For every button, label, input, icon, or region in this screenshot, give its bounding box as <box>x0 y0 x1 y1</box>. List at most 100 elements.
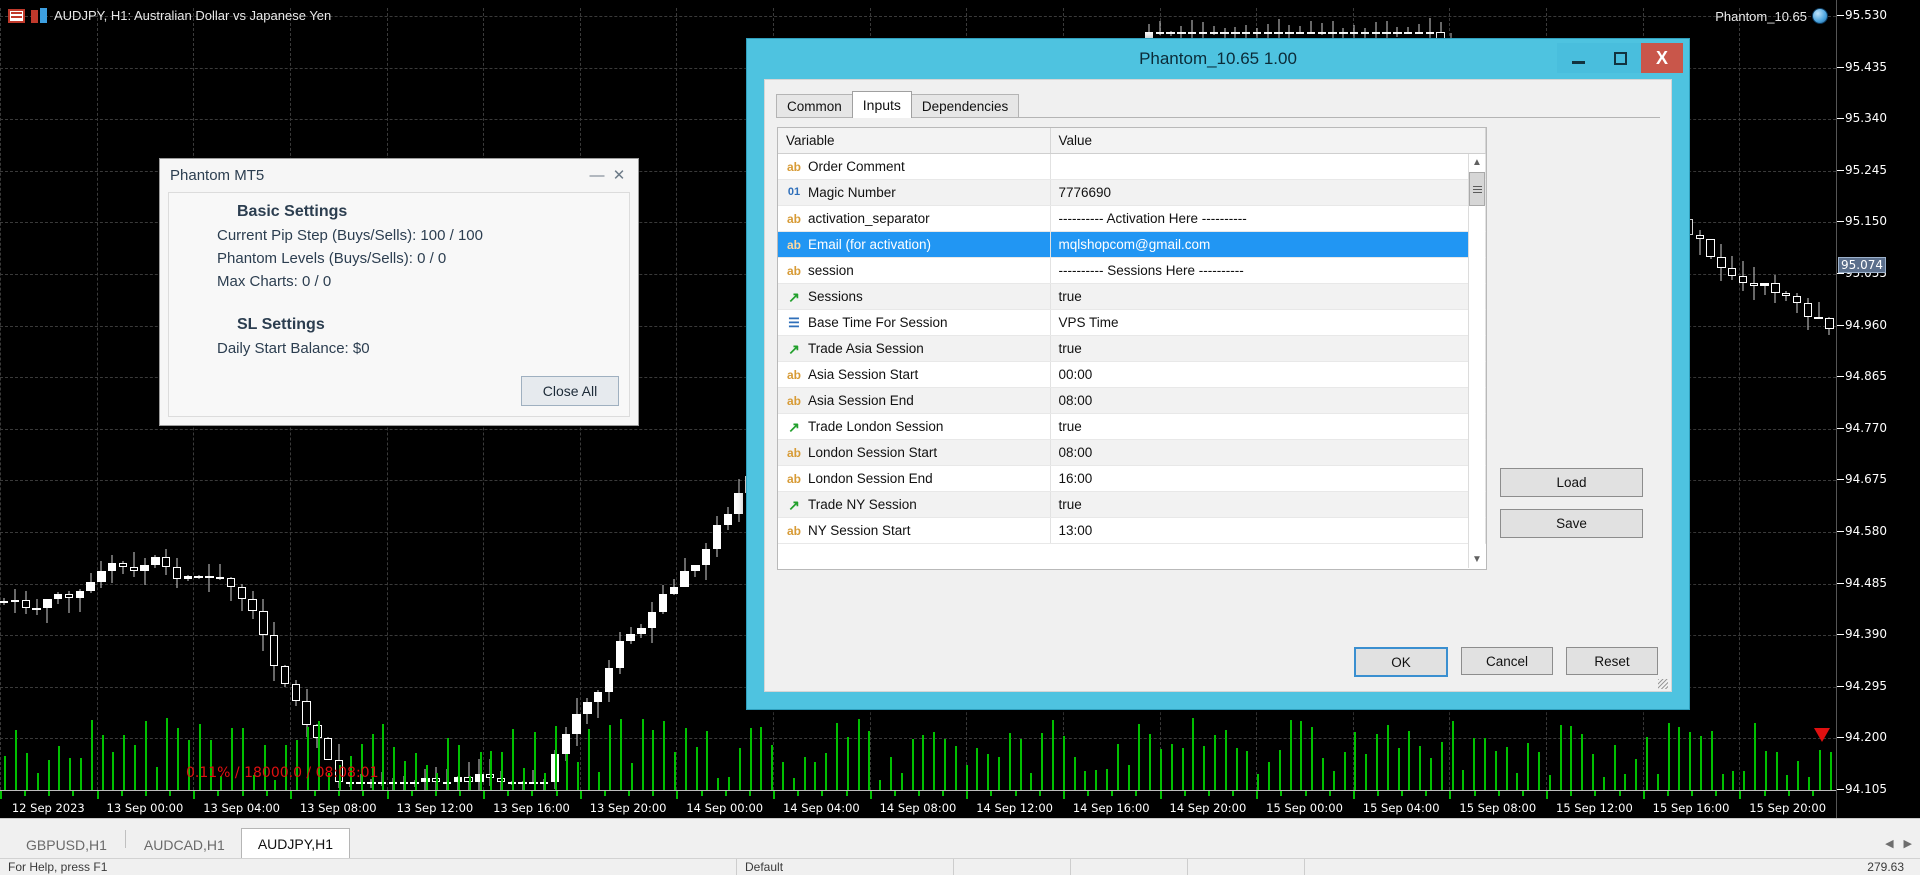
close-icon[interactable]: X <box>1641 43 1683 73</box>
cell-value[interactable]: 7776690 <box>1050 180 1486 206</box>
table-row[interactable]: abNY Session Start13:00 <box>778 518 1486 544</box>
cell-value[interactable]: true <box>1050 336 1486 362</box>
cell-variable[interactable]: abLondon Session Start <box>778 440 1050 466</box>
table-row[interactable]: abactivation_separator---------- Activat… <box>778 206 1486 232</box>
cell-variable[interactable]: absession <box>778 258 1050 284</box>
chart-tab-audcad[interactable]: AUDCAD,H1 <box>128 831 241 859</box>
cell-value[interactable]: 08:00 <box>1050 388 1486 414</box>
cell-variable[interactable]: ☰Base Time For Session <box>778 310 1050 336</box>
nav-prev-icon[interactable]: ◀ <box>1885 837 1893 850</box>
cell-value[interactable]: true <box>1050 492 1486 518</box>
type-fl-icon: ↗ <box>786 342 802 356</box>
table-row[interactable]: ↗Sessionstrue <box>778 284 1486 310</box>
volume-bar <box>1020 739 1022 790</box>
tab-inputs[interactable]: Inputs <box>852 91 912 118</box>
cell-variable[interactable]: ↗Trade Asia Session <box>778 336 1050 362</box>
cell-variable[interactable]: ↗Trade NY Session <box>778 492 1050 518</box>
inputs-table-container[interactable]: Variable Value abOrder Comment01Magic Nu… <box>777 127 1487 570</box>
table-scrollbar[interactable]: ▲ ▼ <box>1468 154 1485 568</box>
table-row[interactable]: ☰Base Time For SessionVPS Time <box>778 310 1486 336</box>
dialog-titlebar[interactable]: Phantom_10.65 1.00 X <box>747 39 1689 79</box>
cell-value[interactable]: 13:00 <box>1050 518 1486 544</box>
reset-button[interactable]: Reset <box>1566 647 1658 675</box>
nav-next-icon[interactable]: ▶ <box>1904 837 1912 850</box>
cell-variable[interactable]: ↗Trade London Session <box>778 414 1050 440</box>
volume-bar <box>620 719 622 790</box>
expert-properties-dialog[interactable]: Phantom_10.65 1.00 X CommonInputsDepende… <box>746 38 1690 710</box>
price-axis[interactable]: 95.53095.43595.34095.24595.15095.05594.9… <box>1836 0 1920 818</box>
table-row[interactable]: ↗Trade NY Sessiontrue <box>778 492 1486 518</box>
volume-bar <box>1052 720 1054 790</box>
volume-bar <box>1106 769 1108 790</box>
time-axis[interactable]: 12 Sep 202313 Sep 00:0013 Sep 04:0013 Se… <box>0 790 1836 818</box>
dialog-tabs[interactable]: CommonInputsDependencies <box>776 92 1018 118</box>
cell-variable[interactable]: abLondon Session End <box>778 466 1050 492</box>
cell-variable[interactable]: abNY Session Start <box>778 518 1050 544</box>
cell-variable[interactable]: ↗Sessions <box>778 284 1050 310</box>
cell-variable[interactable]: abOrder Comment <box>778 154 1050 180</box>
volume-bar <box>771 745 773 790</box>
cell-value[interactable]: true <box>1050 414 1486 440</box>
volume-bar <box>1063 736 1065 790</box>
cell-variable[interactable]: 01Magic Number <box>778 180 1050 206</box>
volume-bar <box>1722 774 1724 790</box>
time-tick-minor <box>1594 791 1596 796</box>
table-row[interactable]: abEmail (for activation)mqlshopcom@gmail… <box>778 232 1486 258</box>
cell-value[interactable]: true <box>1050 284 1486 310</box>
time-tick-minor <box>918 791 920 796</box>
tab-common[interactable]: Common <box>776 94 853 118</box>
cancel-button[interactable]: Cancel <box>1461 647 1553 675</box>
cell-value[interactable] <box>1050 154 1486 180</box>
table-row[interactable]: abAsia Session End08:00 <box>778 388 1486 414</box>
cell-value[interactable]: mqlshopcom@gmail.com <box>1050 232 1486 258</box>
volume-bar <box>534 732 536 790</box>
maximize-icon[interactable] <box>1599 43 1641 73</box>
candlestick <box>1696 230 1704 255</box>
table-row[interactable]: ↗Trade London Sessiontrue <box>778 414 1486 440</box>
cell-value[interactable]: VPS Time <box>1050 310 1486 336</box>
table-row[interactable]: abLondon Session End16:00 <box>778 466 1486 492</box>
volume-bar <box>1549 775 1551 790</box>
tab-dependencies[interactable]: Dependencies <box>911 94 1019 118</box>
table-row[interactable]: 01Magic Number7776690 <box>778 180 1486 206</box>
column-header-value[interactable]: Value <box>1050 128 1486 154</box>
cell-variable[interactable]: abactivation_separator <box>778 206 1050 232</box>
minimize-icon[interactable]: — <box>586 164 608 186</box>
table-row[interactable]: abLondon Session Start08:00 <box>778 440 1486 466</box>
save-button[interactable]: Save <box>1500 509 1643 538</box>
minimize-icon[interactable] <box>1557 43 1599 73</box>
load-button[interactable]: Load <box>1500 468 1643 497</box>
cell-value[interactable]: ---------- Sessions Here ---------- <box>1050 258 1486 284</box>
phantom-mt5-panel[interactable]: Phantom MT5 — ✕ Basic Settings Current P… <box>159 158 639 426</box>
time-tick-mark <box>1739 791 1741 799</box>
table-row[interactable]: abAsia Session Start00:00 <box>778 362 1486 388</box>
cell-value[interactable]: 16:00 <box>1050 466 1486 492</box>
table-row[interactable]: ↗Trade Asia Sessiontrue <box>778 336 1486 362</box>
chevron-down-icon[interactable]: ▼ <box>1469 551 1485 568</box>
volume-bar <box>1408 731 1410 790</box>
volume-bar <box>912 739 914 790</box>
column-header-variable[interactable]: Variable <box>778 128 1050 154</box>
cell-value[interactable]: ---------- Activation Here ---------- <box>1050 206 1486 232</box>
cell-value[interactable]: 08:00 <box>1050 440 1486 466</box>
close-all-button[interactable]: Close All <box>521 376 619 406</box>
table-row[interactable]: absession---------- Sessions Here ------… <box>778 258 1486 284</box>
chevron-up-icon[interactable]: ▲ <box>1469 154 1485 171</box>
ok-button[interactable]: OK <box>1354 647 1448 677</box>
volume-bar <box>1711 731 1713 790</box>
chart-tab-gbpusd[interactable]: GBPUSD,H1 <box>10 831 123 859</box>
scrollbar-thumb[interactable] <box>1469 172 1485 206</box>
time-tick-minor <box>48 791 50 796</box>
volume-bar <box>490 751 492 790</box>
volume-bar <box>1452 721 1454 790</box>
close-icon[interactable]: ✕ <box>608 164 630 186</box>
cell-value[interactable]: 00:00 <box>1050 362 1486 388</box>
table-row[interactable]: abOrder Comment <box>778 154 1486 180</box>
cell-variable[interactable]: abAsia Session End <box>778 388 1050 414</box>
variable-name: London Session End <box>808 471 933 486</box>
cell-variable[interactable]: abAsia Session Start <box>778 362 1050 388</box>
volume-bar <box>858 719 860 790</box>
chart-tab-audjpy[interactable]: AUDJPY,H1 <box>241 828 350 859</box>
resize-grip[interactable] <box>1658 679 1668 689</box>
cell-variable[interactable]: abEmail (for activation) <box>778 232 1050 258</box>
